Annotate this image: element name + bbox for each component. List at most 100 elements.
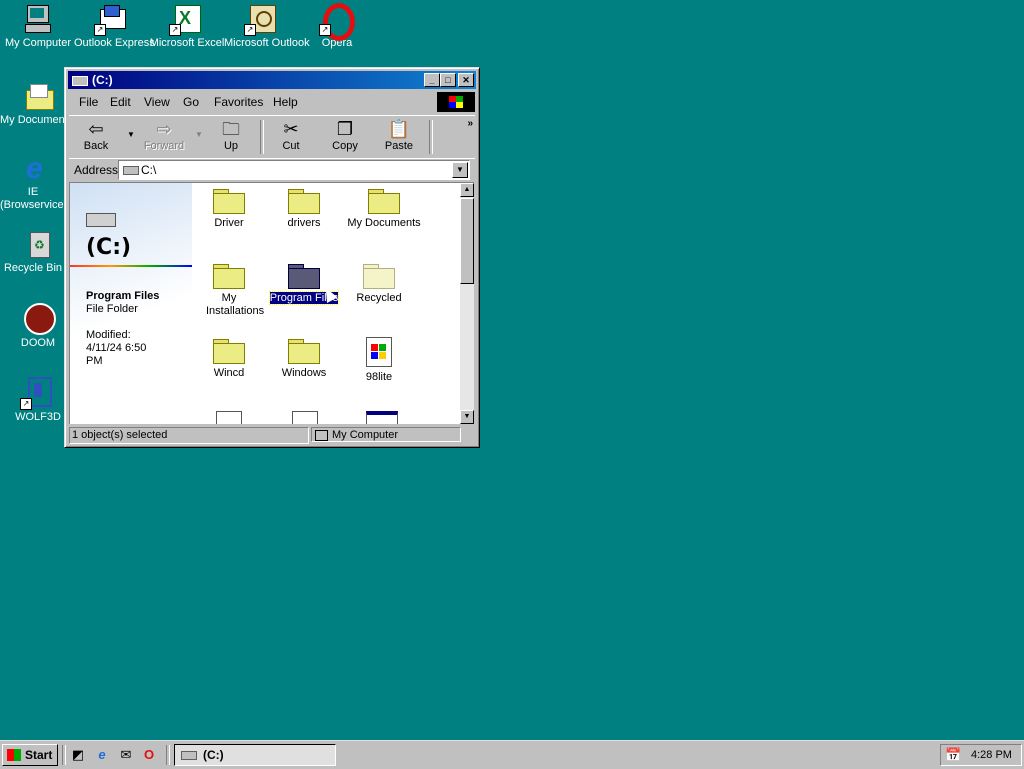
outlook-express-icon: ↗ bbox=[94, 3, 128, 36]
scheduler-icon[interactable]: 📅 bbox=[945, 747, 961, 763]
address-label: Address bbox=[74, 163, 119, 177]
scroll-down-button[interactable]: ▼ bbox=[460, 410, 474, 424]
outlook-icon: ↗ bbox=[244, 3, 278, 36]
my-documents-icon bbox=[22, 80, 54, 112]
show-desktop-icon[interactable]: ◩ bbox=[70, 747, 86, 763]
desktop-icon-excel[interactable]: X ↗ Microsoft Excel bbox=[149, 3, 225, 50]
copy-icon: ❐ bbox=[336, 119, 354, 139]
excel-icon: X ↗ bbox=[169, 3, 203, 36]
desktop-icon-outlook-express[interactable]: ↗ Outlook Express bbox=[74, 3, 155, 50]
ie-quicklaunch-icon[interactable]: e bbox=[94, 747, 110, 763]
system-tray: 📅 4:28 PM bbox=[940, 744, 1022, 766]
desktop-icon-label: Outlook Express bbox=[74, 37, 155, 49]
status-bar: 1 object(s) selected My Computer bbox=[69, 426, 475, 444]
up-button[interactable]: 🗀 Up bbox=[206, 118, 256, 156]
desktop-icon-label: Recycle Bin bbox=[3, 262, 63, 274]
folder-icon bbox=[368, 189, 400, 214]
doom-icon bbox=[22, 303, 56, 335]
menu-bar: File Edit View Go Favorites Help bbox=[69, 92, 475, 110]
file-icon[interactable] bbox=[216, 411, 242, 424]
menu-go[interactable]: Go bbox=[183, 95, 199, 109]
scroll-thumb[interactable] bbox=[460, 198, 474, 284]
clock[interactable]: 4:28 PM bbox=[971, 749, 1012, 761]
forward-button[interactable]: ⇨ Forward bbox=[139, 118, 189, 156]
document-icon[interactable] bbox=[292, 411, 318, 424]
drive-title: (C:) bbox=[86, 235, 132, 260]
minimize-button[interactable]: _ bbox=[424, 73, 440, 87]
file-item[interactable]: Recycled bbox=[342, 258, 416, 305]
explorer-window[interactable]: (C:) _ □ ✕ File Edit View Go Favorites H… bbox=[64, 67, 480, 448]
menu-edit[interactable]: Edit bbox=[110, 95, 131, 109]
address-input[interactable]: C:\ ▼ bbox=[118, 160, 470, 180]
windows-logo bbox=[437, 92, 475, 112]
drive-icon bbox=[123, 166, 139, 175]
back-label: Back bbox=[83, 140, 109, 152]
file-item[interactable]: Wincd bbox=[192, 333, 266, 380]
address-value: C:\ bbox=[141, 163, 157, 177]
opera-quicklaunch-icon[interactable]: O bbox=[141, 747, 157, 763]
file-item[interactable]: 98lite bbox=[342, 333, 416, 384]
clipboard-icon: 📋 bbox=[387, 119, 411, 139]
desktop-icon-outlook[interactable]: ↗ Microsoft Outlook bbox=[224, 3, 310, 50]
selected-name: Program Files bbox=[86, 290, 160, 302]
file-label: Driver bbox=[214, 217, 244, 229]
scroll-up-button[interactable]: ▲ bbox=[460, 183, 474, 197]
title-bar[interactable]: (C:) _ □ ✕ bbox=[68, 71, 476, 89]
file-label: My Installations bbox=[206, 292, 265, 317]
chevron-more-icon[interactable]: » bbox=[467, 118, 473, 129]
task-label: (C:) bbox=[203, 748, 224, 762]
file-item[interactable]: My Documents bbox=[342, 183, 426, 230]
forward-label: Forward bbox=[143, 140, 185, 152]
folder-view[interactable]: (C:) Program Files File Folder Modified:… bbox=[69, 182, 474, 424]
file-label: drivers bbox=[287, 217, 321, 229]
desktop-icon-my-computer[interactable]: My Computer bbox=[0, 3, 76, 50]
folder-icon bbox=[213, 264, 245, 289]
folder-icon bbox=[288, 264, 320, 289]
vertical-scrollbar[interactable]: ▲ ▼ bbox=[460, 183, 474, 424]
file-label: 98lite bbox=[365, 371, 393, 383]
setup-file-icon bbox=[366, 337, 392, 367]
close-button[interactable]: ✕ bbox=[458, 73, 474, 87]
modified-label: Modified: bbox=[86, 329, 131, 341]
desktop-icon-label: IE (Browservice) bbox=[0, 186, 66, 211]
toolbar-separator bbox=[260, 120, 264, 154]
task-button-c-drive[interactable]: (C:) bbox=[174, 744, 336, 766]
toolbar-separator bbox=[429, 120, 433, 154]
drive-icon bbox=[72, 76, 88, 86]
desktop-icon-label: My Computer bbox=[4, 37, 72, 49]
toolbar: ⇦ Back ▼ ⇨ Forward ▼ 🗀 Up ✂ Cut ❐ Copy 📋… bbox=[69, 115, 475, 159]
file-item[interactable]: drivers bbox=[267, 183, 341, 230]
address-dropdown-button[interactable]: ▼ bbox=[452, 162, 468, 178]
maximize-button[interactable]: □ bbox=[440, 73, 456, 87]
computer-icon bbox=[315, 430, 328, 441]
color-divider bbox=[70, 265, 192, 267]
menu-file[interactable]: File bbox=[79, 95, 98, 109]
folder-icon bbox=[288, 339, 320, 364]
file-label: Recycled bbox=[356, 292, 402, 304]
outlook-express-quicklaunch-icon[interactable]: ✉ bbox=[118, 747, 134, 763]
paste-button[interactable]: 📋 Paste bbox=[374, 118, 424, 156]
taskbar: Start ◩ e ✉ O (C:) 📅 4:28 PM bbox=[0, 740, 1024, 769]
ie-icon: e bbox=[26, 152, 43, 185]
desktop-icon-opera[interactable]: ↗ Opera bbox=[299, 3, 375, 50]
copy-button[interactable]: ❐ Copy bbox=[320, 118, 370, 156]
opera-icon: ↗ bbox=[319, 3, 355, 41]
file-item[interactable]: Driver bbox=[192, 183, 266, 230]
file-item[interactable]: Windows bbox=[267, 333, 341, 380]
menu-view[interactable]: View bbox=[144, 95, 170, 109]
drive-icon bbox=[181, 751, 197, 760]
hard-drive-icon bbox=[86, 213, 116, 227]
address-bar: Address C:\ ▼ bbox=[69, 158, 475, 181]
taskbar-separator bbox=[166, 745, 170, 765]
start-button[interactable]: Start bbox=[2, 744, 58, 766]
menu-help[interactable]: Help bbox=[273, 95, 298, 109]
desktop-icon-label: My Documents bbox=[0, 114, 66, 126]
cut-button[interactable]: ✂ Cut bbox=[266, 118, 316, 156]
file-item[interactable]: My Installations bbox=[192, 258, 266, 318]
web-view-panel: (C:) Program Files File Folder Modified:… bbox=[70, 183, 192, 424]
window-file-icon[interactable] bbox=[366, 411, 398, 424]
forward-dropdown-icon[interactable]: ▼ bbox=[195, 130, 203, 139]
menu-favorites[interactable]: Favorites bbox=[214, 95, 263, 109]
back-dropdown-icon[interactable]: ▼ bbox=[127, 130, 135, 139]
back-button[interactable]: ⇦ Back bbox=[71, 118, 121, 156]
